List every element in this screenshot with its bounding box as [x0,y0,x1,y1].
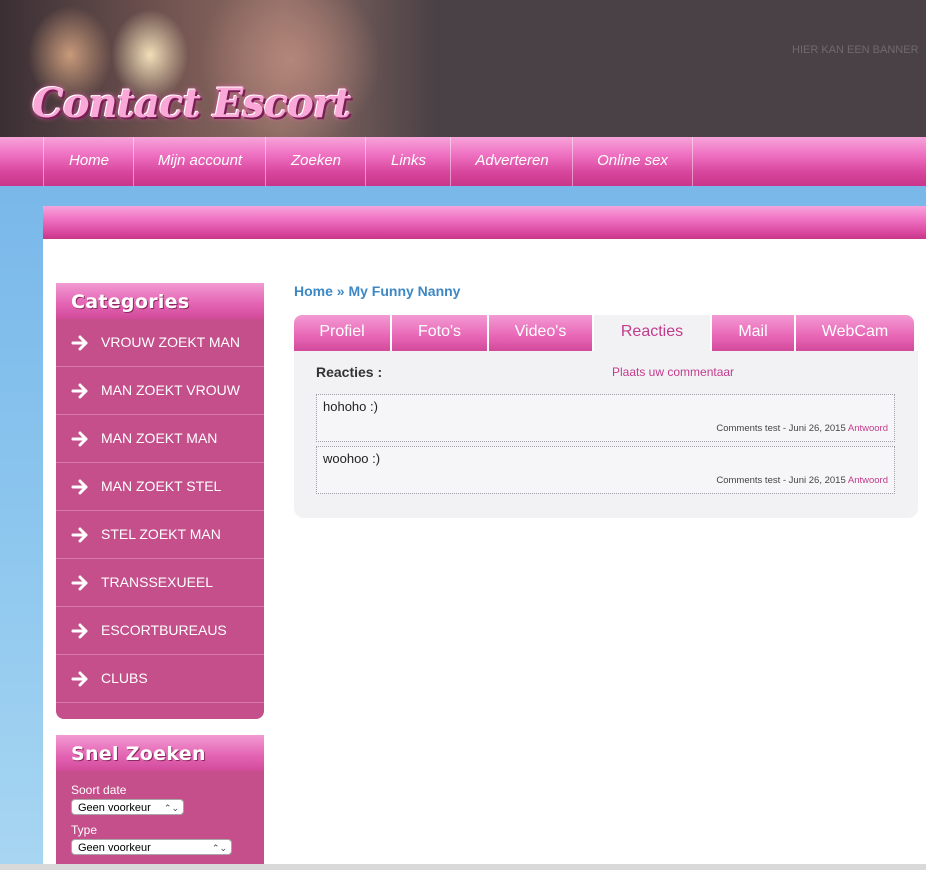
category-item[interactable]: TRANSSEXUEEL [56,559,264,607]
site-header: Contact Escort HIER KAN EEN BANNER [0,0,926,137]
nav-online-sex[interactable]: Online sex [572,137,693,186]
soort-date-select[interactable]: Geen voorkeur ⌃⌄ [71,799,184,815]
site-logo[interactable]: Contact Escort [32,80,351,127]
select-caret-icon: ⌃⌄ [211,843,227,853]
top-navigation: Home Mijn account Zoeken Links Advertere… [0,137,926,186]
banner-placeholder[interactable]: HIER KAN EEN BANNER [792,44,919,56]
category-item[interactable]: MAN ZOEKT VROUW [56,367,264,415]
type-select[interactable]: Geen voorkeur ⌃⌄ [71,839,232,855]
breadcrumb[interactable]: Home » My Funny Nanny [294,283,460,299]
content-header-band [43,206,926,239]
soort-date-label: Soort date [71,783,127,797]
comment-meta: Comments test - Juni 26, 2015 Antwoord [716,475,888,486]
category-label: MAN ZOEKT VROUW [101,382,240,398]
arrow-right-icon [71,671,88,687]
browser-scrollbar[interactable] [0,864,926,870]
category-label: VROUW ZOEKT MAN [101,334,240,350]
post-comment-link[interactable]: Plaats uw commentaar [612,365,734,379]
profile-tabs: Profiel Foto's Video's Reacties Mail Web… [294,315,914,351]
comment-item: woohoo :) Comments test - Juni 26, 2015 … [316,446,895,494]
tab-videos[interactable]: Video's [489,315,594,351]
arrow-right-icon [71,335,88,351]
quick-search-title: Snel Zoeken [56,735,264,771]
soort-date-value: Geen voorkeur [78,802,151,814]
comment-item: hohoho :) Comments test - Juni 26, 2015 … [316,394,895,442]
arrow-right-icon [71,575,88,591]
nav-home[interactable]: Home [43,137,134,186]
arrow-right-icon [71,527,88,543]
arrow-right-icon [71,383,88,399]
category-label: MAN ZOEKT MAN [101,430,218,446]
nav-links[interactable]: Links [365,137,451,186]
quick-search-box: Snel Zoeken Soort date Geen voorkeur ⌃⌄ … [56,735,264,870]
type-label: Type [71,823,98,837]
category-item[interactable]: MAN ZOEKT MAN [56,415,264,463]
category-item[interactable]: CLUBS [56,655,264,703]
category-item[interactable]: VROUW ZOEKT MAN [56,319,264,367]
category-label: TRANSSEXUEEL [101,574,214,590]
reactions-title: Reacties : [316,364,383,380]
type-value: Geen voorkeur [78,842,151,854]
nav-zoeken[interactable]: Zoeken [265,137,366,186]
tab-profiel[interactable]: Profiel [294,315,392,351]
category-list: VROUW ZOEKT MAN MAN ZOEKT VROUW MAN ZOEKT … [56,319,264,703]
category-item[interactable]: MAN ZOEKT STEL [56,463,264,511]
tab-fotos[interactable]: Foto's [392,315,489,351]
reply-link[interactable]: Antwoord [848,423,888,434]
comment-text: woohoo :) [323,451,381,466]
categories-title: Categories [56,283,264,319]
category-label: ESCORTBUREAUS [101,622,227,638]
category-label: MAN ZOEKT STEL [101,478,222,494]
select-caret-icon: ⌃⌄ [163,803,179,813]
arrow-right-icon [71,431,88,447]
comment-author-date: Comments test - Juni 26, 2015 [716,475,846,486]
arrow-right-icon [71,623,88,639]
category-item[interactable]: ESCORTBUREAUS [56,607,264,655]
comment-author-date: Comments test - Juni 26, 2015 [716,423,846,434]
reply-link[interactable]: Antwoord [848,475,888,486]
category-label: CLUBS [101,670,148,686]
comment-meta: Comments test - Juni 26, 2015 Antwoord [716,423,888,434]
comment-text: hohoho :) [323,399,378,414]
tab-reacties[interactable]: Reacties [594,315,712,351]
nav-mijn-account[interactable]: Mijn account [133,137,266,186]
category-item[interactable]: STEL ZOEKT MAN [56,511,264,559]
nav-adverteren[interactable]: Adverteren [450,137,573,186]
tab-mail[interactable]: Mail [712,315,796,351]
tab-webcam[interactable]: WebCam [796,315,914,351]
category-label: STEL ZOEKT MAN [101,526,221,542]
arrow-right-icon [71,479,88,495]
categories-box: Categories VROUW ZOEKT MAN MAN ZOEKT VROU… [56,283,264,719]
